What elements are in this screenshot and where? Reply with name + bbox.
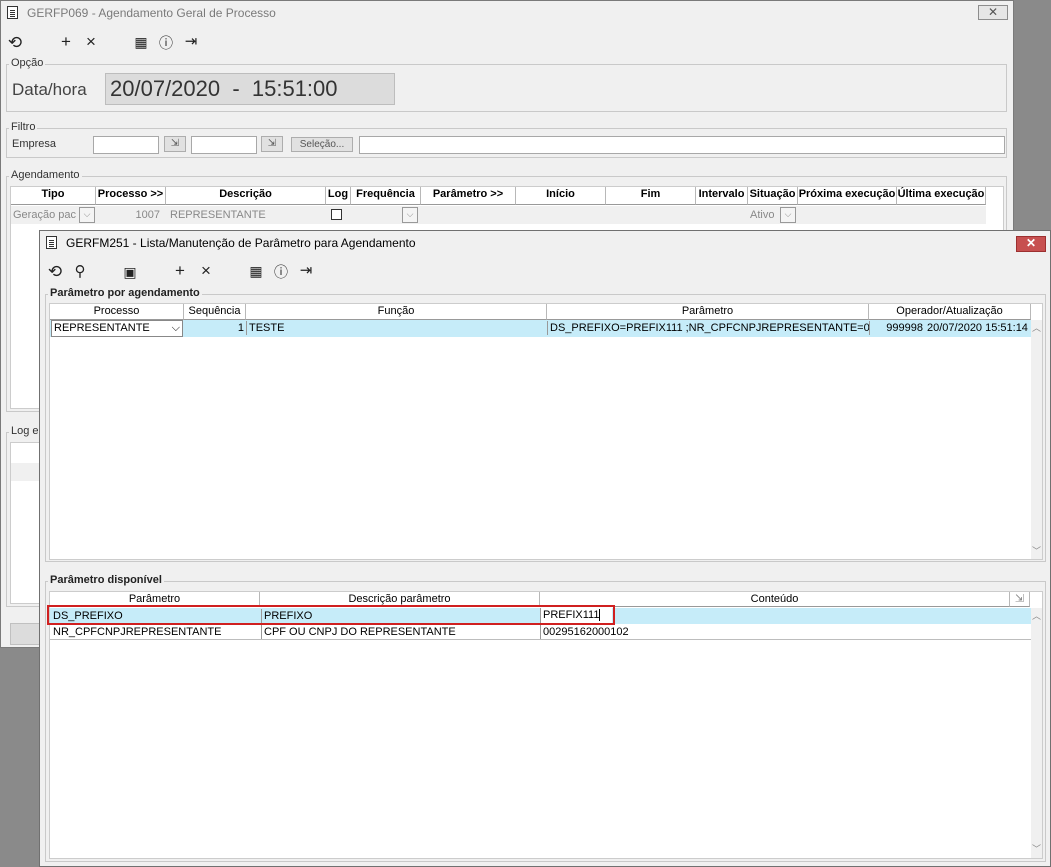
selecao-input[interactable] (359, 136, 1005, 154)
col-intervalo[interactable]: Intervalo (696, 187, 748, 205)
vertical-scrollbar[interactable]: ︿ ﹀ (1031, 608, 1042, 858)
filtro-legend: Filtro (9, 121, 38, 133)
param-disponivel-legend: Parâmetro disponível (48, 574, 164, 586)
col-situacao[interactable]: Situação (748, 187, 798, 205)
agendamento-legend: Agendamento (9, 169, 82, 181)
bottom-button[interactable] (10, 623, 40, 645)
exit-icon[interactable]: ⇥ (181, 33, 201, 51)
row-conteudo: 00295162000102 (540, 625, 1010, 639)
col-log[interactable]: Log (326, 187, 351, 205)
exit-icon[interactable]: ⇥ (296, 262, 316, 280)
scroll-up-icon[interactable]: ︿ (1032, 321, 1041, 334)
datahora-label: Data/hora (12, 80, 87, 99)
row-sequencia: 1 (237, 322, 244, 334)
col-ultima-execucao[interactable]: Última execução (897, 187, 986, 205)
selected-row-highlight (47, 605, 615, 625)
dialog-close-button[interactable]: ✕ (1016, 236, 1046, 252)
scroll-up-icon[interactable]: ︿ (1032, 609, 1041, 622)
window-title: GERFP069 - Agendamento Geral de Processo (27, 6, 276, 20)
log-checkbox[interactable] (331, 209, 342, 220)
table-row[interactable]: REPRESENTANTE ⌵ 1 TESTE DS_PREFIXO=PREFI… (50, 320, 1031, 337)
col-processo[interactable]: Processo >> (96, 187, 166, 205)
help-icon[interactable]: ⓘ (271, 263, 291, 281)
datahora-field[interactable]: 20/07/2020 - 15:51:00 (105, 73, 395, 105)
filtro-group: Filtro Empresa ⇲ ⇲ Seleção... (6, 121, 1007, 158)
empresa-lookup-button-2[interactable]: ⇲ (261, 136, 283, 152)
close-button[interactable]: ✕ (978, 5, 1008, 20)
col-parametro[interactable]: Parâmetro >> (421, 187, 516, 205)
window-icon (7, 6, 18, 19)
close-x-icon[interactable]: × (196, 262, 216, 280)
row-parametro: NR_CPFCNPJREPRESENTANTE (53, 626, 222, 638)
col-tipo[interactable]: Tipo (11, 187, 96, 205)
vertical-scrollbar[interactable]: ︿ ﹀ (1031, 320, 1042, 559)
calendar-icon[interactable]: ▦ (246, 262, 266, 280)
undo-icon[interactable]: ⟲ (45, 263, 65, 281)
row-processo-value: REPRESENTANTE (54, 322, 150, 334)
dialog-window-icon (46, 236, 57, 249)
search-icon[interactable]: ⚲ (70, 263, 90, 281)
plus-icon[interactable]: + (170, 262, 190, 280)
agendamento-row[interactable]: Geração pac ⌵ 1007 REPRESENTANTE ⌵ Ativo… (11, 206, 986, 224)
row-situacao: Ativo (750, 209, 775, 221)
parameter-dialog: GERFM251 - Lista/Manutenção de Parâmetro… (39, 230, 1051, 867)
row-funcao: TESTE (246, 321, 547, 335)
col-operador-atualizacao[interactable]: Operador/Atualização (869, 304, 1031, 320)
row-processo[interactable]: REPRESENTANTE ⌵ (51, 320, 183, 337)
empresa-input-2[interactable] (191, 136, 257, 154)
frequencia-dropdown-button[interactable]: ⌵ (402, 207, 418, 223)
help-icon[interactable]: ⓘ (156, 34, 176, 52)
scroll-down-icon[interactable]: ﹀ (1032, 544, 1041, 557)
row-descricao: CPF OU CNPJ DO REPRESENTANTE (261, 625, 539, 639)
log-legend: Log e (9, 425, 41, 437)
plus-icon[interactable]: + (56, 33, 76, 51)
empresa-input-1[interactable] (93, 136, 159, 154)
dialog-title-bar: GERFM251 - Lista/Manutenção de Parâmetro… (40, 231, 1050, 257)
row-tipo: Geração pac (13, 209, 76, 221)
row-operador: 999998 (869, 321, 925, 335)
col-proxima-execucao[interactable]: Próxima execução (798, 187, 897, 205)
param-disponivel-grid: Parâmetro Descrição parâmetro Conteúdo ⇲… (47, 591, 1043, 859)
empresa-lookup-button-1[interactable]: ⇲ (164, 136, 186, 152)
col-fim[interactable]: Fim (606, 187, 696, 205)
row-parametro: DS_PREFIXO=PREFIX111 ;NR_CPFCNPJREPRESEN… (547, 321, 869, 335)
col-funcao[interactable]: Função (246, 304, 547, 320)
title-bar: GERFP069 - Agendamento Geral de Processo… (1, 1, 1013, 25)
situacao-dropdown-button[interactable]: ⌵ (780, 207, 796, 223)
agendamento-header: Tipo Processo >> Descrição Log Frequênci… (11, 187, 986, 205)
dialog-title: GERFM251 - Lista/Manutenção de Parâmetro… (66, 236, 416, 250)
param-agendamento-group: Parâmetro por agendamento Processo Sequê… (45, 287, 1046, 562)
param-disponivel-group: Parâmetro disponível Parâmetro Descrição… (45, 574, 1046, 862)
header-lookup-icon[interactable]: ⇲ (1010, 592, 1030, 607)
row-processo: 1007 (135, 209, 160, 221)
chevron-down-icon[interactable]: ⌵ (172, 321, 180, 335)
save-icon[interactable]: ▣ (120, 263, 140, 281)
col-descricao[interactable]: Descrição (166, 187, 326, 205)
opcao-group: Opção Data/hora 20/07/2020 - 15:51:00 (6, 57, 1007, 112)
selecao-button[interactable]: Seleção... (291, 137, 353, 152)
tipo-dropdown-button[interactable]: ⌵ (79, 207, 95, 223)
param-agendamento-grid: Processo Sequência Função Parâmetro Oper… (49, 303, 1043, 560)
empresa-label: Empresa (12, 138, 57, 150)
row-descricao: REPRESENTANTE (170, 209, 266, 221)
col-sequencia[interactable]: Sequência (184, 304, 246, 320)
param-agendamento-legend: Parâmetro por agendamento (48, 287, 202, 299)
opcao-legend: Opção (9, 57, 46, 69)
col-processo[interactable]: Processo (50, 304, 184, 320)
col-inicio[interactable]: Início (516, 187, 606, 205)
scroll-down-icon[interactable]: ﹀ (1032, 842, 1041, 855)
col-frequencia[interactable]: Frequência (351, 187, 421, 205)
undo-icon[interactable]: ⟲ (5, 34, 25, 52)
calendar-icon[interactable]: ▦ (131, 33, 151, 51)
table-row[interactable]: NR_CPFCNPJREPRESENTANTE CPF OU CNPJ DO R… (50, 624, 1031, 640)
row-atualizacao: 20/07/2020 15:51:14 (927, 322, 1028, 334)
col-parametro[interactable]: Parâmetro (547, 304, 869, 320)
close-x-icon[interactable]: × (81, 33, 101, 51)
